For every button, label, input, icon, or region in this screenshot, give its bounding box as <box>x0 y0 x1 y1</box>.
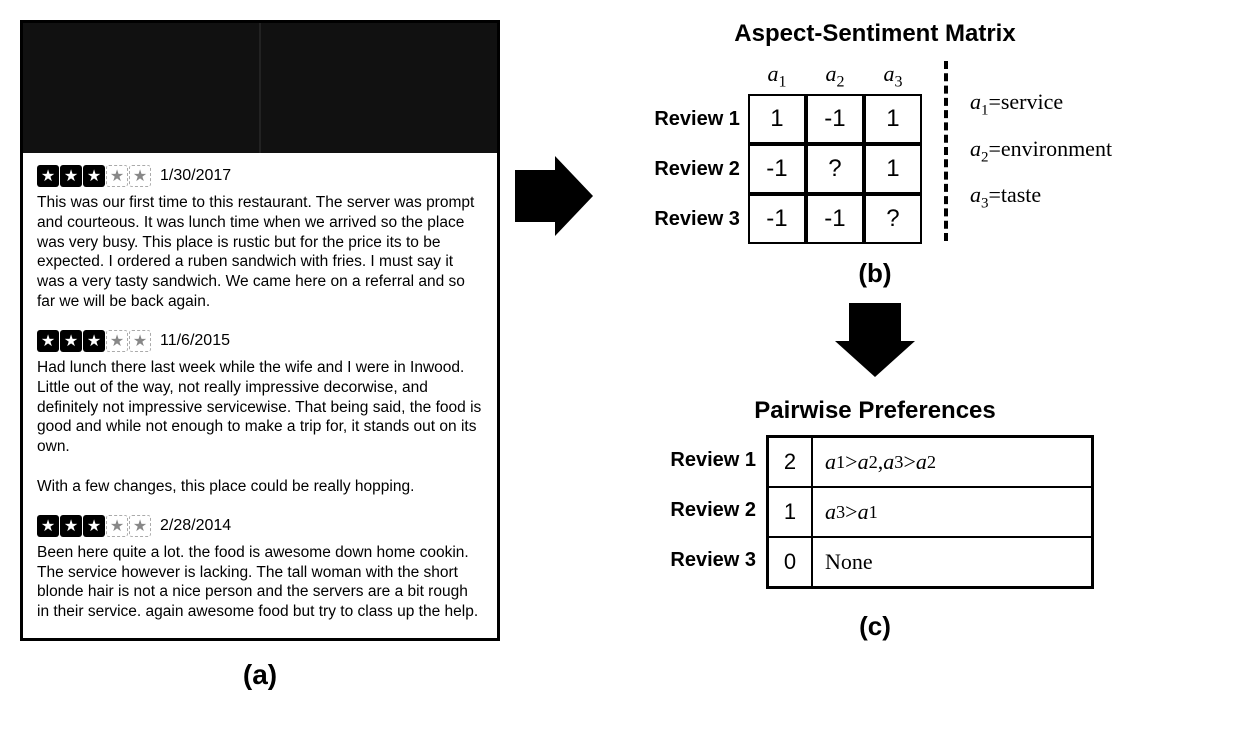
star-icon-off: ★ <box>129 165 151 187</box>
arrow-down-icon <box>849 303 901 341</box>
pairwise-count: 1 <box>768 487 812 537</box>
panel-a: ★ ★ ★ ★ ★ 1/30/2017 This was our first t… <box>20 20 500 691</box>
matrix-cell: -1 <box>748 144 806 194</box>
review-date: 2/28/2014 <box>160 517 231 535</box>
star-rating: ★ ★ ★ ★ ★ <box>37 330 152 352</box>
review-item: ★ ★ ★ ★ ★ 2/28/2014 Been here quite a lo… <box>37 515 483 622</box>
star-icon: ★ <box>60 165 82 187</box>
matrix-col-header: a1 <box>767 61 786 91</box>
pairwise-row-label: Review 3 <box>656 535 766 585</box>
restaurant-photos <box>23 23 497 153</box>
review-item: ★ ★ ★ ★ ★ 1/30/2017 This was our first t… <box>37 165 483 312</box>
pairwise-grid: 2 a1 > a2 , a3 > a2 1 a3 > a1 0 None <box>766 435 1094 589</box>
photo-thumbnail <box>23 23 261 153</box>
matrix-title: Aspect-Sentiment Matrix <box>734 20 1015 48</box>
star-icon: ★ <box>60 515 82 537</box>
star-icon: ★ <box>60 330 82 352</box>
matrix-col-header: a3 <box>883 61 902 91</box>
matrix-section: a1 a2 a3 Review 1 1 -1 1 Review 2 -1 ? 1… <box>638 58 1112 244</box>
matrix-row-label: Review 2 <box>654 158 748 181</box>
review-text: This was our first time to this restaura… <box>37 193 483 312</box>
star-rating: ★ ★ ★ ★ ★ <box>37 515 152 537</box>
matrix-cell: ? <box>806 144 864 194</box>
vertical-divider <box>944 61 948 241</box>
review-header: ★ ★ ★ ★ ★ 1/30/2017 <box>37 165 483 187</box>
pairwise-pref: a3 > a1 <box>812 487 1092 537</box>
legend-item: a3=taste <box>970 182 1112 212</box>
legend-item: a2=environment <box>970 136 1112 166</box>
star-icon: ★ <box>37 330 59 352</box>
star-icon: ★ <box>83 515 105 537</box>
matrix-cell: ? <box>864 194 922 244</box>
pairwise-table: Review 1 Review 2 Review 3 2 a1 > a2 , a… <box>656 435 1094 589</box>
pairwise-count: 0 <box>768 537 812 587</box>
figure-container: ★ ★ ★ ★ ★ 1/30/2017 This was our first t… <box>20 20 1220 691</box>
matrix-col-header: a2 <box>825 61 844 91</box>
subfigure-label-c: (c) <box>859 611 891 642</box>
pairwise-row-label: Review 1 <box>656 435 766 485</box>
pairwise-pref: None <box>812 537 1092 587</box>
subfigure-label-b: (b) <box>858 258 891 289</box>
review-header: ★ ★ ★ ★ ★ 2/28/2014 <box>37 515 483 537</box>
right-column: Aspect-Sentiment Matrix a1 a2 a3 Review … <box>530 20 1220 650</box>
pairwise-title: Pairwise Preferences <box>754 397 996 425</box>
review-header: ★ ★ ★ ★ ★ 11/6/2015 <box>37 330 483 352</box>
star-icon-off: ★ <box>129 330 151 352</box>
matrix-row-label: Review 1 <box>654 108 748 131</box>
aspect-legend: a1=service a2=environment a3=taste <box>970 89 1112 212</box>
subfigure-label-a: (a) <box>20 659 500 691</box>
pairwise-pref: a1 > a2 , a3 > a2 <box>812 437 1092 487</box>
matrix-cell: -1 <box>748 194 806 244</box>
star-icon: ★ <box>37 515 59 537</box>
matrix-cell: -1 <box>806 94 864 144</box>
matrix-cell: 1 <box>864 94 922 144</box>
review-text: Been here quite a lot. the food is aweso… <box>37 543 483 622</box>
review-text: Had lunch there last week while the wife… <box>37 358 483 497</box>
legend-item: a1=service <box>970 89 1112 119</box>
aspect-sentiment-matrix: a1 a2 a3 Review 1 1 -1 1 Review 2 -1 ? 1… <box>638 58 922 244</box>
star-icon-off: ★ <box>106 330 128 352</box>
star-rating: ★ ★ ★ ★ ★ <box>37 165 152 187</box>
review-date: 1/30/2017 <box>160 167 231 185</box>
star-icon: ★ <box>37 165 59 187</box>
matrix-cell: -1 <box>806 194 864 244</box>
pairwise-row-labels: Review 1 Review 2 Review 3 <box>656 435 766 589</box>
reviews-list: ★ ★ ★ ★ ★ 1/30/2017 This was our first t… <box>23 153 497 638</box>
pairwise-count: 2 <box>768 437 812 487</box>
matrix-cell: 1 <box>864 144 922 194</box>
matrix-cell: 1 <box>748 94 806 144</box>
matrix-row-label: Review 3 <box>654 208 748 231</box>
star-icon-off: ★ <box>129 515 151 537</box>
pairwise-row-label: Review 2 <box>656 485 766 535</box>
review-item: ★ ★ ★ ★ ★ 11/6/2015 Had lunch there last… <box>37 330 483 497</box>
star-icon: ★ <box>83 330 105 352</box>
star-icon: ★ <box>83 165 105 187</box>
review-card: ★ ★ ★ ★ ★ 1/30/2017 This was our first t… <box>20 20 500 641</box>
star-icon-off: ★ <box>106 165 128 187</box>
review-date: 11/6/2015 <box>160 332 230 350</box>
star-icon-off: ★ <box>106 515 128 537</box>
photo-thumbnail <box>261 23 497 153</box>
